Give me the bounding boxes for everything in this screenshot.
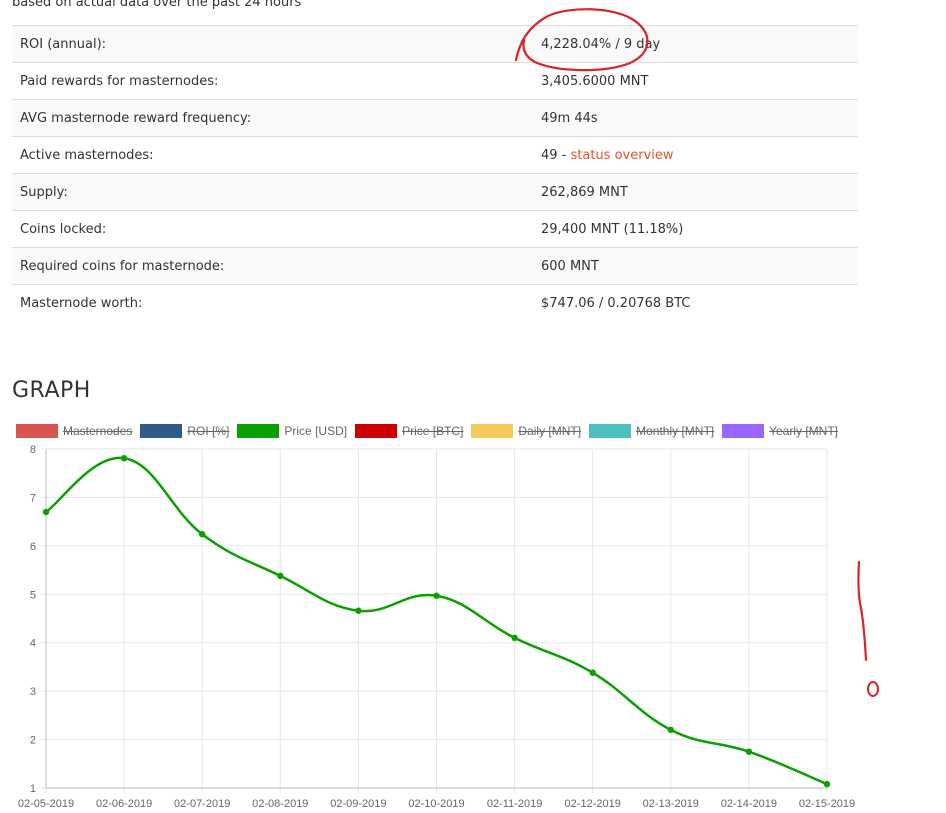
reward-frequency-label: AVG masternode reward frequency:: [20, 110, 252, 126]
legend-label: ROI [%]: [187, 424, 230, 438]
x-tick-label: 02-12-2019: [565, 798, 621, 810]
x-tick-label: 02-07-2019: [174, 798, 230, 810]
table-row: Supply: 262,869 MNT: [12, 173, 858, 211]
legend-item[interactable]: Price [USD]: [237, 424, 347, 438]
price-usd-data-point: [433, 592, 440, 599]
price-usd-data-point: [823, 780, 831, 788]
roi-label: ROI (annual):: [20, 36, 107, 52]
x-tick-label: 02-09-2019: [330, 798, 386, 810]
legend-item[interactable]: Price [BTC]: [355, 424, 463, 438]
legend-label: Daily [MNT]: [518, 424, 582, 438]
y-tick-label: 2: [30, 735, 36, 747]
x-tick-label: 02-11-2019: [487, 798, 542, 810]
price-usd-data-point: [199, 531, 206, 538]
y-tick-label: 4: [30, 638, 36, 650]
status-overview-link[interactable]: status overview: [571, 148, 674, 163]
table-row: Required coins for masternode: 600 MNT: [12, 247, 858, 285]
x-tick-label: 02-14-2019: [721, 798, 777, 810]
legend-label: Price [BTC]: [402, 424, 464, 438]
y-tick-label: 5: [30, 589, 36, 601]
legend-label: Price [USD]: [284, 424, 348, 438]
required-coins-label: Required coins for masternode:: [20, 258, 225, 274]
masternode-worth-value: $747.06 / 0.20768 BTC: [541, 295, 691, 311]
price-line-chart: 1 2 3 4 5 6 7 8 02-05-2019 02-06-2019 02-07-2019 02…: [18, 444, 855, 810]
price-usd-data-point: [667, 726, 674, 734]
legend-label: Masternodes: [63, 424, 133, 438]
legend-item[interactable]: ROI [%]: [140, 424, 229, 438]
required-coins-value: 600 MNT: [541, 258, 599, 274]
table-row: Masternode worth: $747.06 / 0.20768 BTC: [12, 284, 858, 322]
coins-locked-value: 29,400 MNT (11.18%): [541, 221, 684, 237]
table-row: Coins locked: 29,400 MNT (11.18%): [12, 210, 858, 248]
legend-swatch: [140, 424, 183, 438]
legend-swatch: [355, 424, 398, 438]
table-row: Paid rewards for masternodes: 3,405.6000…: [12, 62, 858, 100]
y-tick-label: 6: [30, 541, 36, 553]
graph-heading: GRAPH: [12, 378, 91, 403]
legend-label: Yearly [MNT]: [769, 424, 839, 438]
legend-item[interactable]: Masternodes: [16, 424, 132, 438]
price-usd-data-point: [745, 748, 753, 755]
x-tick-label: 02-13-2019: [643, 798, 699, 810]
legend-swatch: [471, 424, 514, 438]
x-tick-label: 02-05-2019: [18, 798, 74, 810]
table-row: ROI (annual): 4,228.04% / 9 day: [12, 25, 858, 63]
active-masternodes-cell: 49 - status overview: [533, 137, 858, 174]
paid-rewards-label: Paid rewards for masternodes:: [20, 73, 219, 89]
legend-label: Monthly [MNT]: [636, 424, 715, 438]
active-masternodes-value: 49 -: [541, 147, 571, 163]
supply-value: 262,869 MNT: [541, 184, 628, 200]
supply-label: Supply:: [20, 184, 68, 200]
price-usd-data-point: [589, 669, 596, 676]
masternode-worth-label: Masternode worth:: [20, 295, 143, 311]
coins-locked-label: Coins locked:: [20, 221, 107, 237]
legend-item[interactable]: Daily [MNT]: [471, 424, 581, 438]
price-usd-data-point: [355, 607, 362, 614]
price-usd-data-point: [277, 572, 284, 580]
legend-swatch: [237, 424, 280, 438]
masternode-stats-table: ROI (annual): 4,228.04% / 9 day Paid rew…: [12, 25, 858, 322]
subtitle: based on actual data over the past 24 ho…: [12, 0, 302, 10]
price-usd-data-point: [120, 455, 128, 462]
y-tick-label: 3: [30, 686, 36, 698]
legend-swatch: [722, 424, 765, 438]
paid-rewards-value: 3,405.6000 MNT: [541, 73, 649, 89]
price-usd-data-point: [511, 634, 518, 642]
x-tick-label: 02-15-2019: [799, 798, 855, 810]
price-usd-data-point: [42, 508, 50, 516]
roi-value: 4,228.04% / 9 day: [541, 36, 661, 52]
y-tick-label: 8: [30, 444, 36, 456]
table-row: Active masternodes: 49 - status overview: [12, 136, 858, 174]
reward-frequency-value: 49m 44s: [541, 110, 598, 126]
legend-item[interactable]: Yearly [MNT]: [722, 424, 838, 438]
legend-swatch: [589, 424, 632, 438]
active-masternodes-label: Active masternodes:: [20, 147, 154, 163]
legend-item[interactable]: Monthly [MNT]: [589, 424, 714, 438]
x-tick-label: 02-10-2019: [408, 798, 464, 810]
legend-swatch: [16, 424, 58, 438]
y-tick-label: 7: [30, 492, 36, 504]
x-tick-label: 02-06-2019: [96, 798, 152, 810]
chart-legend: Masternodes ROI [%] Price [USD] Price [BTC]…: [16, 424, 846, 438]
y-tick-label: 1: [30, 783, 36, 795]
x-tick-label: 02-08-2019: [252, 798, 308, 810]
table-row: AVG masternode reward frequency: 49m 44s: [12, 99, 858, 137]
